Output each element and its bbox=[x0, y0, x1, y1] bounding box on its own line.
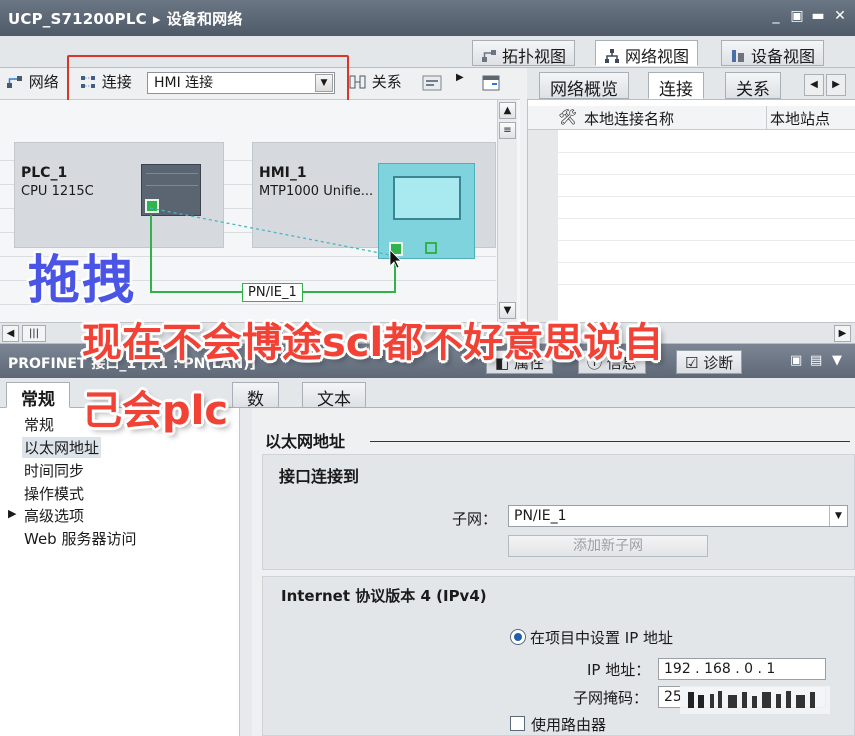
minimize-button[interactable]: _ bbox=[768, 8, 784, 24]
subnet-select[interactable]: PN/IE_1 ▼ bbox=[508, 505, 848, 527]
scroll-right-icon[interactable]: ▶ bbox=[834, 325, 851, 342]
row-header-column bbox=[528, 130, 558, 322]
scroll-left-icon[interactable]: ◀ bbox=[2, 325, 19, 342]
add-subnet-button[interactable]: 添加新子网 bbox=[508, 535, 708, 557]
set-ip-option-label: 在项目中设置 IP 地址 bbox=[530, 629, 674, 647]
restore-button[interactable]: ▣ bbox=[789, 8, 805, 24]
toolbar-more-icon[interactable]: ▶ bbox=[456, 72, 464, 83]
network-icon bbox=[605, 49, 619, 63]
scroll-up-icon[interactable]: ▲ bbox=[499, 102, 516, 119]
right-panel-tabs: 网络概览 连接 关系 ◀ ▶ bbox=[527, 68, 855, 100]
title-bar: UCP_S71200PLC ▸ 设备和网络 _ ▣ ▬ ✕ bbox=[0, 0, 855, 36]
tab-topology-view[interactable]: 拓扑视图 bbox=[472, 40, 576, 66]
tabs-scroll-right-icon[interactable]: ▶ bbox=[826, 74, 846, 96]
caption-line-2: 己会plc bbox=[82, 388, 229, 434]
use-router-label: 使用路由器 bbox=[531, 716, 607, 734]
nav-item-operating-mode[interactable]: 操作模式 bbox=[24, 483, 84, 504]
tab-connections-label: 连接 bbox=[659, 80, 693, 100]
breadcrumb: UCP_S71200PLC ▸ 设备和网络 bbox=[8, 8, 249, 29]
nav-item-web-server[interactable]: Web 服务器访问 bbox=[24, 528, 136, 549]
expand-arrow-icon[interactable]: ▶ bbox=[8, 507, 16, 520]
nav-scrollbar[interactable] bbox=[240, 408, 252, 736]
tab-network-overview-label: 网络概览 bbox=[550, 80, 618, 100]
subnet-field-label: 子网： bbox=[452, 510, 498, 528]
name-tag-icon[interactable] bbox=[421, 72, 443, 94]
horizontal-scroll-thumb[interactable]: ||| bbox=[22, 325, 46, 342]
tools-icon: 🛠 bbox=[558, 108, 578, 126]
tab-device-label: 设备视图 bbox=[751, 47, 816, 66]
ipv4-title: Internet 协议版本 4 (IPv4) bbox=[281, 587, 487, 605]
caption-line-1: 现在不会博途scl都不好意思说自 bbox=[82, 320, 664, 366]
nav-item-advanced-options[interactable]: 高级选项 bbox=[24, 505, 84, 526]
tab-relations[interactable]: 关系 bbox=[725, 72, 781, 100]
tab-network-overview[interactable]: 网络概览 bbox=[539, 72, 629, 100]
tab-relations-label: 关系 bbox=[736, 80, 770, 100]
subnet-label[interactable]: PN/IE_1 bbox=[242, 283, 303, 302]
property-nav-tree: 常规 以太网地址 时间同步 操作模式 ▶ 高级选项 Web 服务器访问 bbox=[0, 408, 240, 736]
watermark-logo-icon bbox=[680, 686, 830, 714]
tab-network-view[interactable]: 网络视图 bbox=[595, 40, 699, 66]
maximize-button[interactable]: ▬ bbox=[810, 8, 826, 24]
toggle-panel-icon[interactable] bbox=[480, 72, 502, 94]
topology-icon bbox=[482, 50, 496, 62]
tab-texts-label: 文本 bbox=[317, 390, 351, 410]
scroll-thumb[interactable]: ≡ bbox=[499, 122, 516, 139]
tab-diagnostics-label: 诊断 bbox=[703, 354, 734, 372]
connections-table[interactable]: 🛠 本地连接名称 本地站点 bbox=[527, 100, 855, 322]
tab-general[interactable]: 常规 bbox=[6, 382, 70, 410]
tab-texts[interactable]: 文本 bbox=[302, 382, 366, 410]
drag-annotation: 拖拽 bbox=[28, 251, 137, 311]
tab-network-label: 网络视图 bbox=[625, 47, 690, 66]
restore-panel-icon[interactable]: ▣ bbox=[790, 353, 802, 368]
panel-menu-icon[interactable]: ▤ bbox=[810, 353, 822, 368]
subnet-select-value: PN/IE_1 bbox=[514, 508, 567, 524]
tab-io-variables-label: 数 bbox=[247, 390, 264, 410]
breadcrumb-separator-icon: ▸ bbox=[152, 10, 161, 28]
ip-address-input[interactable]: 192 . 168 . 0 . 1 bbox=[658, 658, 826, 680]
collapse-panel-icon[interactable]: ▼ bbox=[832, 353, 842, 368]
chevron-down-icon[interactable]: ▼ bbox=[829, 506, 847, 526]
project-name: UCP_S71200PLC bbox=[8, 10, 147, 28]
relations-button[interactable]: 关系 bbox=[349, 70, 402, 94]
canvas-vertical-scrollbar[interactable]: ▲ ≡ ▼ bbox=[497, 100, 517, 322]
section-ethernet-title: 以太网地址 bbox=[265, 432, 346, 451]
column-local-station[interactable]: 本地站点 bbox=[770, 108, 830, 129]
tab-device-view[interactable]: 设备视图 bbox=[721, 40, 825, 66]
tab-topology-label: 拓扑视图 bbox=[502, 47, 567, 66]
network-mode-button[interactable]: 网络 bbox=[6, 70, 59, 94]
interface-panel: 接口连接到 子网： PN/IE_1 ▼ 添加新子网 bbox=[262, 454, 855, 570]
diagnostics-icon: ☑ bbox=[685, 354, 704, 372]
relations-icon bbox=[349, 75, 366, 89]
nav-item-ethernet-address[interactable]: 以太网地址 bbox=[22, 437, 102, 458]
page-title: 设备和网络 bbox=[166, 10, 243, 28]
use-router-checkbox[interactable] bbox=[510, 716, 525, 731]
close-button[interactable]: ✕ bbox=[832, 8, 848, 24]
relations-label: 关系 bbox=[371, 73, 402, 91]
tab-general-label: 常规 bbox=[21, 390, 55, 410]
ip-address-label: IP 地址： bbox=[587, 661, 651, 679]
tabs-scroll-left-icon[interactable]: ◀ bbox=[804, 74, 824, 96]
tab-connections[interactable]: 连接 bbox=[648, 72, 704, 100]
subnet-mask-label: 子网掩码： bbox=[573, 689, 649, 707]
tab-diagnostics[interactable]: ☑ 诊断 bbox=[676, 350, 743, 374]
set-ip-radio[interactable] bbox=[510, 629, 526, 645]
table-header: 🛠 本地连接名称 本地站点 bbox=[528, 106, 855, 130]
column-local-connection-name[interactable]: 本地连接名称 bbox=[584, 108, 674, 129]
nav-item-general[interactable]: 常规 bbox=[24, 414, 54, 435]
device-icon bbox=[732, 50, 744, 62]
interface-title: 接口连接到 bbox=[279, 467, 360, 486]
network-mode-icon bbox=[7, 76, 22, 88]
tab-io-variables[interactable]: 数 bbox=[232, 382, 279, 410]
network-mode-label: 网络 bbox=[28, 73, 59, 91]
nav-item-time-sync[interactable]: 时间同步 bbox=[24, 460, 84, 481]
